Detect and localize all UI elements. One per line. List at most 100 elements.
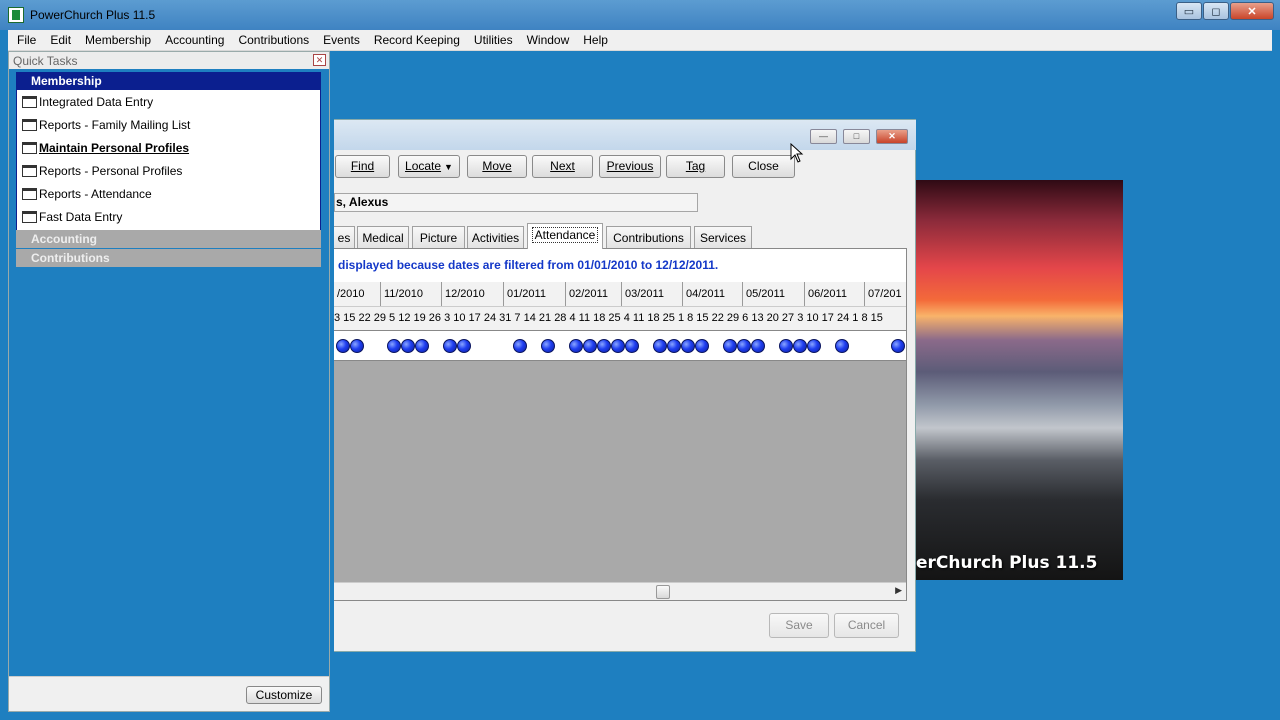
tab-picture[interactable]: Picture: [412, 226, 465, 249]
attendance-dot: [891, 339, 905, 353]
attendance-months-row: /2010 11/2010 12/2010 01/2011 02/2011 03…: [334, 282, 906, 306]
menu-contributions[interactable]: Contributions: [231, 30, 316, 51]
maximize-button[interactable]: ◻: [1203, 2, 1229, 20]
dialog-close-button[interactable]: ✕: [876, 129, 908, 144]
attendance-dot: [751, 339, 765, 353]
tab-services[interactable]: Services: [694, 226, 752, 249]
menu-edit[interactable]: Edit: [43, 30, 78, 51]
menu-utilities[interactable]: Utilities: [467, 30, 520, 51]
attendance-panel: displayed because dates are filtered fro…: [334, 248, 907, 601]
attendance-days: 3 15 22 29 5 12 19 26 3 10 17 24 31 7 14…: [334, 312, 883, 324]
menu-record-keeping[interactable]: Record Keeping: [367, 30, 467, 51]
month-header: 03/2011: [622, 282, 683, 306]
attendance-dot: [350, 339, 364, 353]
tab-activities[interactable]: Activities: [467, 226, 524, 249]
splash-image: erChurch Plus 11.5: [916, 180, 1123, 580]
attendance-dot: [513, 339, 527, 353]
month-header: 06/2011: [805, 282, 865, 306]
app-title: PowerChurch Plus 11.5: [30, 8, 156, 22]
tab-medical[interactable]: Medical: [357, 226, 409, 249]
quick-tasks-panel: Quick Tasks ✕ Membership Integrated Data…: [8, 51, 330, 712]
dialog-titlebar: — □ ✕: [334, 120, 916, 150]
task-label: Reports - Personal Profiles: [39, 163, 183, 178]
month-header: 02/2011: [566, 282, 622, 306]
tab-attendance[interactable]: Attendance: [527, 223, 603, 249]
attendance-dot: [667, 339, 681, 353]
task-label: Integrated Data Entry: [39, 94, 154, 109]
menu-file[interactable]: File: [10, 30, 43, 51]
attendance-dot: [336, 339, 350, 353]
menu-help[interactable]: Help: [576, 30, 615, 51]
task-label: Reports - Attendance: [39, 186, 152, 201]
section-accounting[interactable]: Accounting: [16, 230, 321, 248]
locate-label: Locate: [405, 159, 442, 173]
attendance-dot: [835, 339, 849, 353]
attendance-dot: [625, 339, 639, 353]
attendance-dot: [583, 339, 597, 353]
scrollbar-thumb[interactable]: [656, 585, 670, 599]
splash-caption: erChurch Plus 11.5: [916, 553, 1098, 573]
person-name-field[interactable]: s, Alexus: [334, 193, 698, 212]
tab-notes[interactable]: es: [334, 226, 355, 249]
attendance-dot: [779, 339, 793, 353]
task-integrated-data-entry[interactable]: Integrated Data Entry: [17, 90, 320, 113]
menu-events[interactable]: Events: [316, 30, 367, 51]
month-header: 11/2010: [381, 282, 442, 306]
window-icon: [22, 187, 37, 200]
attendance-dot: [681, 339, 695, 353]
move-button[interactable]: Move: [467, 155, 527, 178]
task-reports-attendance[interactable]: Reports - Attendance: [17, 182, 320, 205]
attendance-dot: [723, 339, 737, 353]
attendance-dot: [569, 339, 583, 353]
locate-button[interactable]: Locate ▼: [398, 155, 460, 178]
save-button[interactable]: Save: [769, 613, 829, 638]
minimize-button[interactable]: ▭: [1176, 2, 1202, 20]
tag-button[interactable]: Tag: [666, 155, 725, 178]
dialog-window-controls: — □ ✕: [810, 129, 908, 144]
attendance-dot: [653, 339, 667, 353]
find-button[interactable]: Find: [335, 155, 390, 178]
section-contributions[interactable]: Contributions: [16, 249, 321, 267]
task-label: Reports - Family Mailing List: [39, 117, 191, 132]
dialog-minimize-button[interactable]: —: [810, 129, 837, 144]
task-reports-personal-profiles[interactable]: Reports - Personal Profiles: [17, 159, 320, 182]
quick-tasks-footer: Customize: [9, 676, 329, 711]
tab-attendance-label: Attendance: [531, 227, 599, 243]
section-membership[interactable]: Membership: [16, 72, 321, 90]
attendance-dot: [443, 339, 457, 353]
attendance-dot: [541, 339, 555, 353]
month-header: 07/201: [868, 288, 902, 300]
filter-notice: displayed because dates are filtered fro…: [334, 249, 906, 282]
attendance-dots-row: [334, 330, 906, 361]
task-maintain-personal-profiles[interactable]: Maintain Personal Profiles: [17, 136, 320, 159]
menu-membership[interactable]: Membership: [78, 30, 158, 51]
quick-tasks-close-icon[interactable]: ✕: [313, 54, 326, 66]
task-fast-data-entry[interactable]: Fast Data Entry: [17, 205, 320, 228]
next-button[interactable]: Next: [532, 155, 593, 178]
app-titlebar: PowerChurch Plus 11.5 ▭ ◻ ✕: [0, 0, 1280, 30]
attendance-dot: [793, 339, 807, 353]
month-header: 04/2011: [683, 282, 743, 306]
window-controls: ▭ ◻ ✕: [1176, 2, 1274, 20]
previous-button[interactable]: Previous: [599, 155, 661, 178]
window-icon: [22, 210, 37, 223]
month-header: /2010: [334, 282, 381, 306]
close-dialog-button[interactable]: Close: [732, 155, 795, 178]
task-family-mailing-list[interactable]: Reports - Family Mailing List: [17, 113, 320, 136]
menu-accounting[interactable]: Accounting: [158, 30, 231, 51]
tab-contributions[interactable]: Contributions: [606, 226, 691, 249]
cancel-button[interactable]: Cancel: [834, 613, 899, 638]
attendance-dot: [457, 339, 471, 353]
attendance-dot: [695, 339, 709, 353]
dialog-maximize-button[interactable]: □: [843, 129, 870, 144]
scroll-right-arrow-icon[interactable]: ▶: [895, 585, 902, 596]
attendance-dot: [597, 339, 611, 353]
window-icon: [22, 141, 37, 154]
attendance-dot: [401, 339, 415, 353]
menu-bar: File Edit Membership Accounting Contribu…: [8, 30, 1272, 51]
month-header: 05/2011: [743, 282, 805, 306]
customize-button[interactable]: Customize: [246, 686, 322, 704]
close-button[interactable]: ✕: [1230, 2, 1274, 20]
menu-window[interactable]: Window: [520, 30, 577, 51]
horizontal-scrollbar[interactable]: ▶: [334, 582, 906, 600]
